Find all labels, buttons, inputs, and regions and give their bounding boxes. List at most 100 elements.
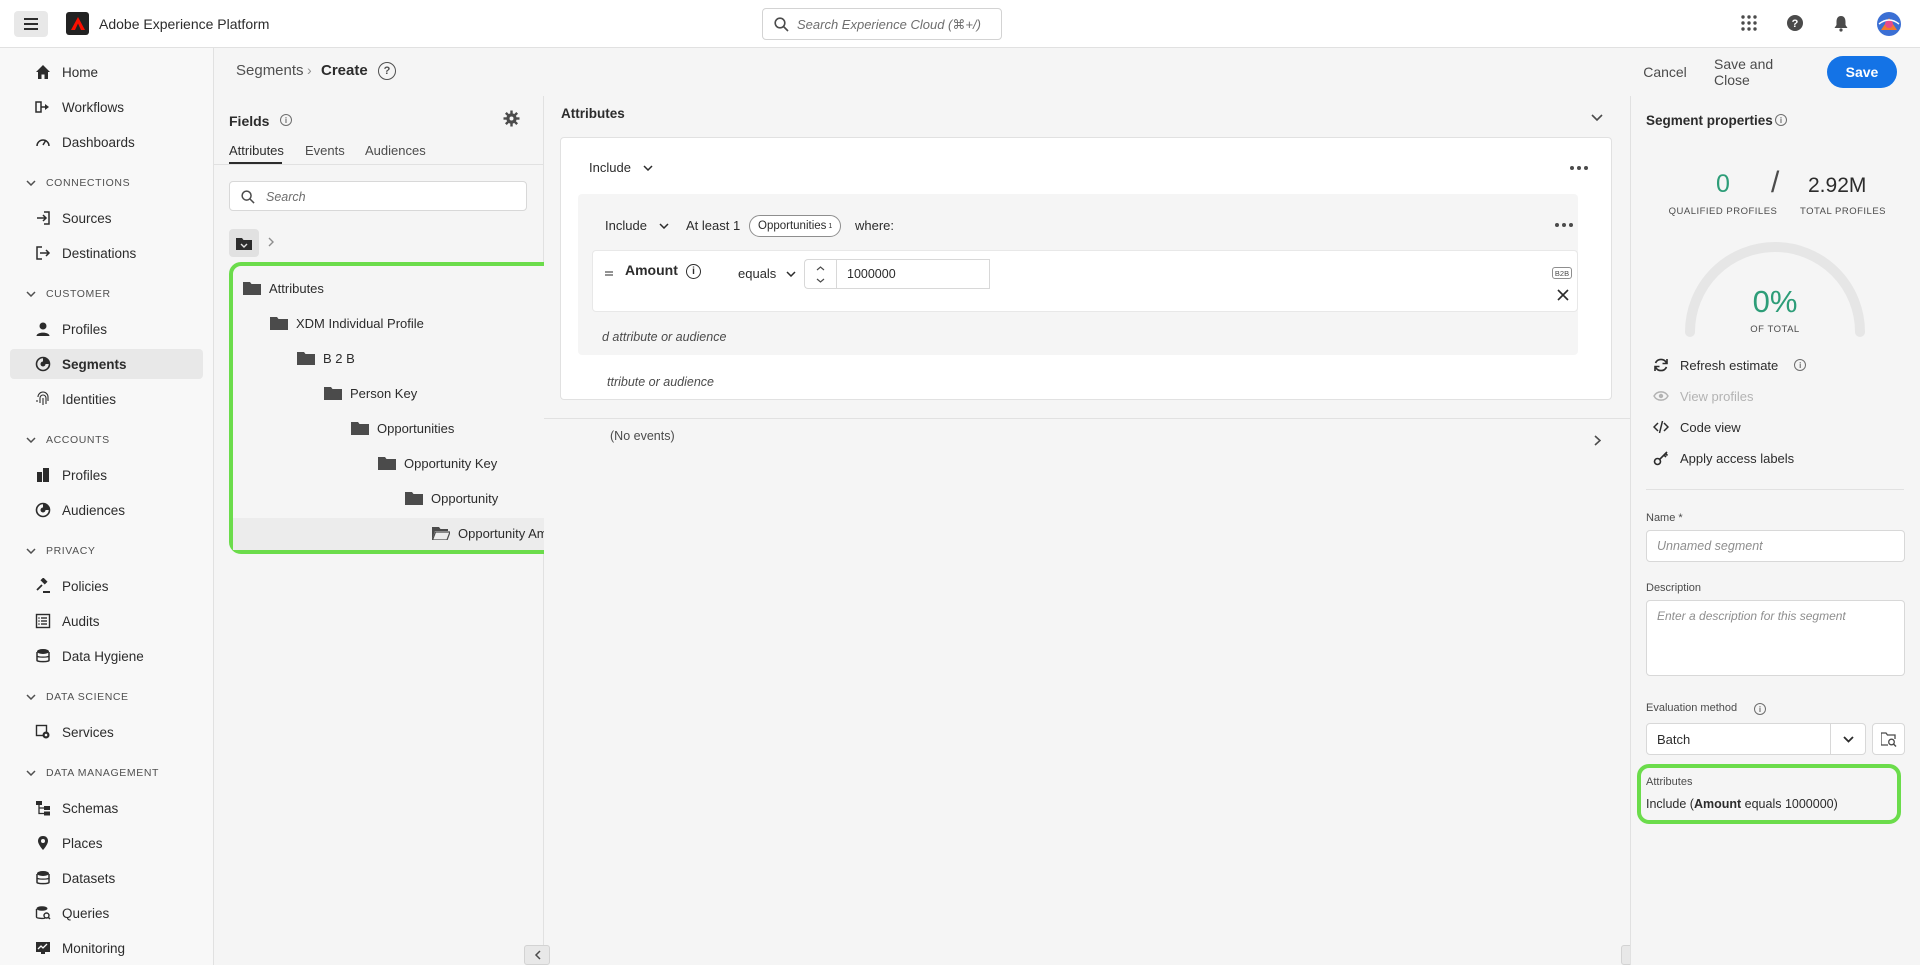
drag-handle-icon[interactable] <box>605 270 613 278</box>
condition-value-input[interactable]: 1000000 <box>836 259 990 289</box>
folder-icon <box>405 492 423 505</box>
info-icon[interactable]: i <box>1775 114 1787 126</box>
tree-item-opportunities[interactable]: Opportunities <box>351 415 454 441</box>
add-attribute-outer-hint[interactable]: ttribute or audience <box>607 375 714 389</box>
segment-properties-title: Segment properties <box>1646 113 1773 128</box>
field-search-placeholder: Search <box>266 190 306 204</box>
open-folder-icon <box>432 527 450 540</box>
nav-section-data-management[interactable]: DATA MANAGEMENT <box>26 767 159 779</box>
adobe-logo[interactable] <box>66 12 89 35</box>
info-icon[interactable]: i <box>686 264 701 279</box>
nav-datasets[interactable]: Datasets <box>10 863 203 893</box>
tree-item-opportunity-key[interactable]: Opportunity Key <box>378 450 497 476</box>
nav-destinations[interactable]: Destinations <box>10 238 203 268</box>
save-and-close-button[interactable]: Save and Close <box>1714 56 1806 88</box>
nav-places[interactable]: Places <box>10 828 203 858</box>
building-icon <box>34 466 52 484</box>
segment-description-input[interactable]: Enter a description for this segment <box>1646 600 1905 676</box>
help-icon[interactable]: ? <box>378 62 396 80</box>
save-button[interactable]: Save <box>1827 56 1897 88</box>
segment-name-input[interactable]: Unnamed segment <box>1646 530 1905 562</box>
chevron-up-icon[interactable] <box>816 266 825 271</box>
tab-attributes[interactable]: Attributes <box>229 143 284 158</box>
tree-item-attributes[interactable]: Attributes <box>243 275 324 301</box>
add-attribute-inner-hint[interactable]: d attribute or audience <box>602 330 726 344</box>
help-icon[interactable]: ? <box>1786 14 1806 34</box>
nav-data-hygiene[interactable]: Data Hygiene <box>10 641 203 671</box>
workflow-icon <box>34 98 52 116</box>
nav-section-privacy[interactable]: PRIVACY <box>26 545 96 557</box>
map-pin-icon <box>34 834 52 852</box>
view-profiles-button[interactable]: View profiles <box>1652 387 1753 405</box>
nav-segments[interactable]: Segments <box>10 349 203 379</box>
chevron-down-icon[interactable] <box>1591 114 1603 122</box>
nav-sources[interactable]: Sources <box>10 203 203 233</box>
settings-gear-icon[interactable] <box>503 110 520 127</box>
close-icon[interactable] <box>1557 289 1569 301</box>
apps-grid-icon[interactable] <box>1740 14 1760 34</box>
collapse-left-panel-button[interactable] <box>524 945 550 965</box>
nav-queries[interactable]: Queries <box>10 898 203 928</box>
evaluation-method-label: Evaluation method <box>1646 702 1738 714</box>
schedule-icon-button[interactable] <box>1872 723 1905 755</box>
description-label: Description <box>1646 582 1702 594</box>
nav-section-connections[interactable]: CONNECTIONS <box>26 177 130 189</box>
user-icon <box>34 320 52 338</box>
apply-access-labels-button[interactable]: Apply access labels <box>1652 449 1794 467</box>
nav-section-data-science[interactable]: DATA SCIENCE <box>26 691 129 703</box>
user-avatar[interactable] <box>1877 12 1901 36</box>
opportunities-object-pill[interactable]: Opportunities 1 <box>749 215 842 237</box>
nav-audiences[interactable]: Audiences <box>10 495 203 525</box>
condition-field-name[interactable]: Amount <box>625 262 678 278</box>
include-inner-dropdown[interactable]: Include <box>605 218 669 233</box>
nav-section-accounts[interactable]: ACCOUNTS <box>26 434 110 446</box>
nav-profiles[interactable]: Profiles <box>10 314 203 344</box>
more-options-icon[interactable] <box>1570 166 1588 170</box>
tree-item-person-key[interactable]: Person Key <box>324 380 417 406</box>
breadcrumb-segments[interactable]: Segments <box>236 62 304 79</box>
where-label: where: <box>855 218 895 233</box>
nav-monitoring[interactable]: Monitoring <box>10 933 203 963</box>
nav-dashboards[interactable]: Dashboards <box>10 127 203 157</box>
chevron-right-icon <box>268 237 274 247</box>
root-folder-button[interactable] <box>229 229 259 257</box>
notification-bell-icon[interactable] <box>1832 14 1852 34</box>
folder-icon <box>378 457 396 470</box>
nav-home[interactable]: Home <box>10 57 203 87</box>
menu-icon[interactable] <box>14 11 48 37</box>
key-icon <box>1652 449 1670 467</box>
info-icon[interactable]: i <box>280 114 292 126</box>
tree-item-opportunity[interactable]: Opportunity <box>405 485 498 511</box>
segment-summary-highlight <box>1637 764 1901 824</box>
tab-audiences[interactable]: Audiences <box>365 143 426 158</box>
code-view-button[interactable]: Code view <box>1652 418 1741 436</box>
nav-schemas[interactable]: Schemas <box>10 793 203 823</box>
tree-item-b2b[interactable]: B 2 B <box>297 345 355 371</box>
app-title[interactable]: Adobe Experience Platform <box>99 16 269 32</box>
info-icon[interactable]: i <box>1754 703 1766 715</box>
nav-identities[interactable]: Identities <box>10 384 203 414</box>
global-search-input[interactable]: Search Experience Cloud (⌘+/) <box>762 8 1002 40</box>
tab-events[interactable]: Events <box>305 143 345 158</box>
chevron-right-icon[interactable] <box>1594 435 1601 446</box>
at-least-count[interactable]: At least 1 <box>686 218 740 233</box>
include-outer-dropdown[interactable]: Include <box>589 160 653 175</box>
tree-item-xdm-individual-profile[interactable]: XDM Individual Profile <box>270 310 424 336</box>
evaluation-method-dropdown-toggle[interactable] <box>1830 723 1866 755</box>
value-stepper[interactable] <box>804 259 836 289</box>
nav-workflows[interactable]: Workflows <box>10 92 203 122</box>
field-search-input[interactable]: Search <box>229 181 527 211</box>
refresh-estimate-button[interactable]: Refresh estimate i <box>1652 356 1807 374</box>
nav-audits[interactable]: Audits <box>10 606 203 636</box>
search-placeholder: Search Experience Cloud (⌘+/) <box>797 17 981 32</box>
nav-policies[interactable]: Policies <box>10 571 203 601</box>
more-options-icon[interactable] <box>1555 223 1573 227</box>
qualified-profiles-count: 0 <box>1716 170 1730 198</box>
nav-services[interactable]: Services <box>10 717 203 747</box>
nav-account-profiles[interactable]: Profiles <box>10 460 203 490</box>
operator-dropdown[interactable]: equals <box>738 266 796 281</box>
cancel-button[interactable]: Cancel <box>1634 57 1696 87</box>
chevron-down-icon[interactable] <box>816 278 825 283</box>
nav-section-customer[interactable]: CUSTOMER <box>26 288 111 300</box>
info-icon[interactable]: i <box>1794 359 1807 371</box>
